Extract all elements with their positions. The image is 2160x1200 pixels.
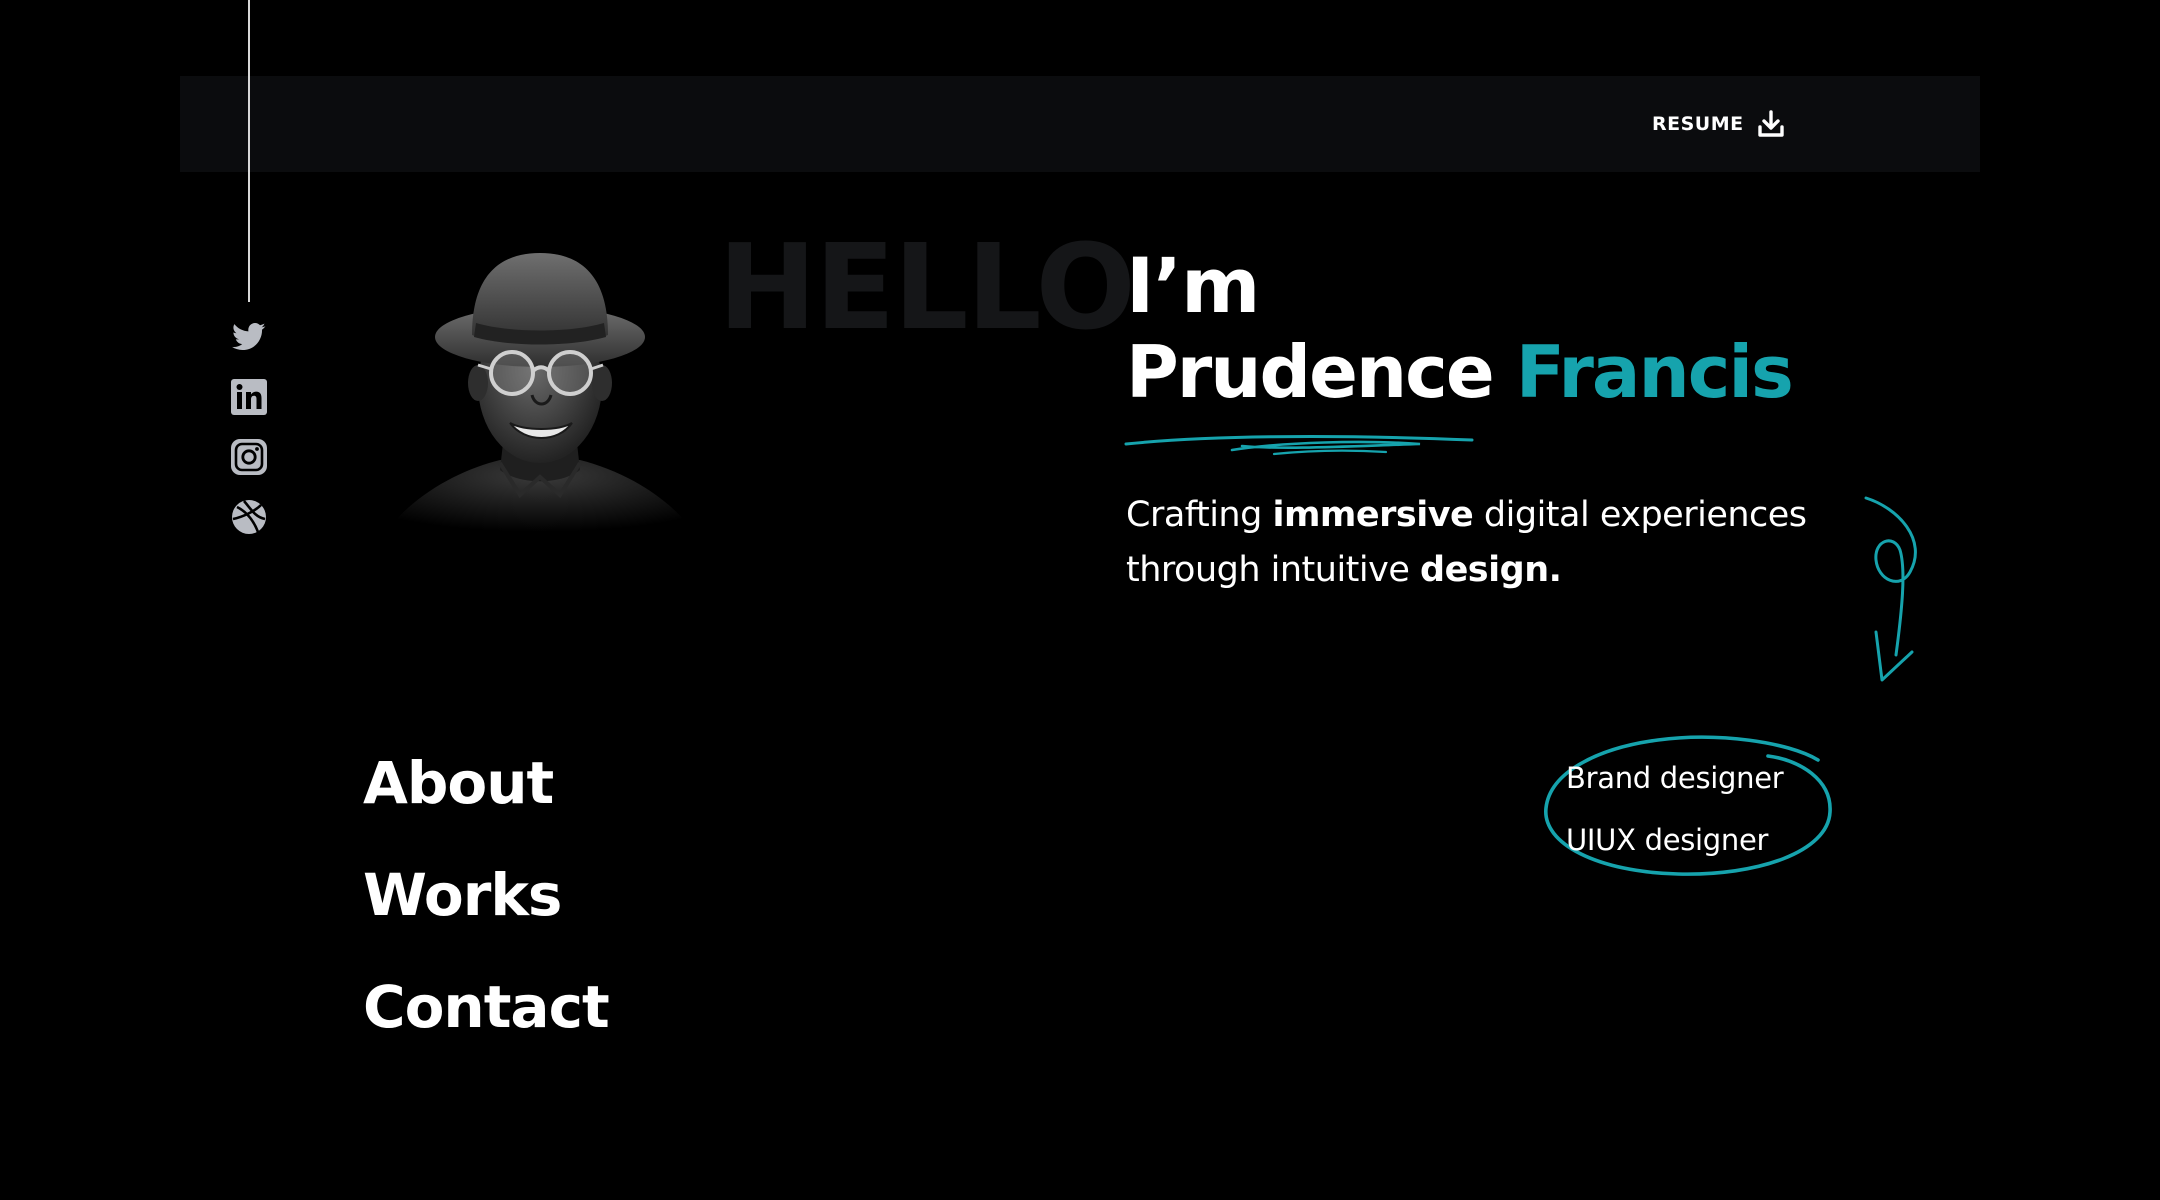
last-name: Francis [1515,330,1794,414]
role-brand-designer: Brand designer [1566,761,1784,795]
scribble-underline [1124,428,1476,462]
first-name: Prudence [1126,330,1495,414]
resume-label: RESUME [1652,113,1744,135]
roles-circle-scribble [1538,732,1838,886]
nav-works[interactable]: Works [363,866,562,924]
greeting: I’m [1126,241,1260,330]
resume-download-button[interactable]: RESUME [1652,108,1784,140]
linkedin-icon [231,379,267,419]
nav-about[interactable]: About [363,754,554,812]
dribbble-icon [231,499,267,539]
twitter-link[interactable] [230,320,268,358]
hello-background-text: HELLO [718,218,1136,356]
full-name: Prudence Francis [1126,336,1794,408]
tagline: Crafting immersive digital experiences t… [1126,488,1846,598]
role-uiux-designer: UIUX designer [1566,823,1769,857]
profile-portrait [380,245,700,540]
curly-arrow-icon [1858,490,1928,694]
tagline-part-1: Crafting [1126,495,1273,535]
nav-contact[interactable]: Contact [363,978,610,1036]
instagram-link[interactable] [230,439,268,479]
page: RESUME HELLO I’m Prudence Francis Crafti… [0,0,2160,1200]
vertical-line [248,0,250,302]
dribbble-link[interactable] [230,500,268,538]
tagline-bold-2: design. [1420,550,1562,590]
twitter-icon [232,322,266,356]
tagline-bold-1: immersive [1272,495,1474,535]
download-icon [1757,110,1784,138]
instagram-icon [231,439,267,479]
linkedin-link[interactable] [230,379,268,419]
